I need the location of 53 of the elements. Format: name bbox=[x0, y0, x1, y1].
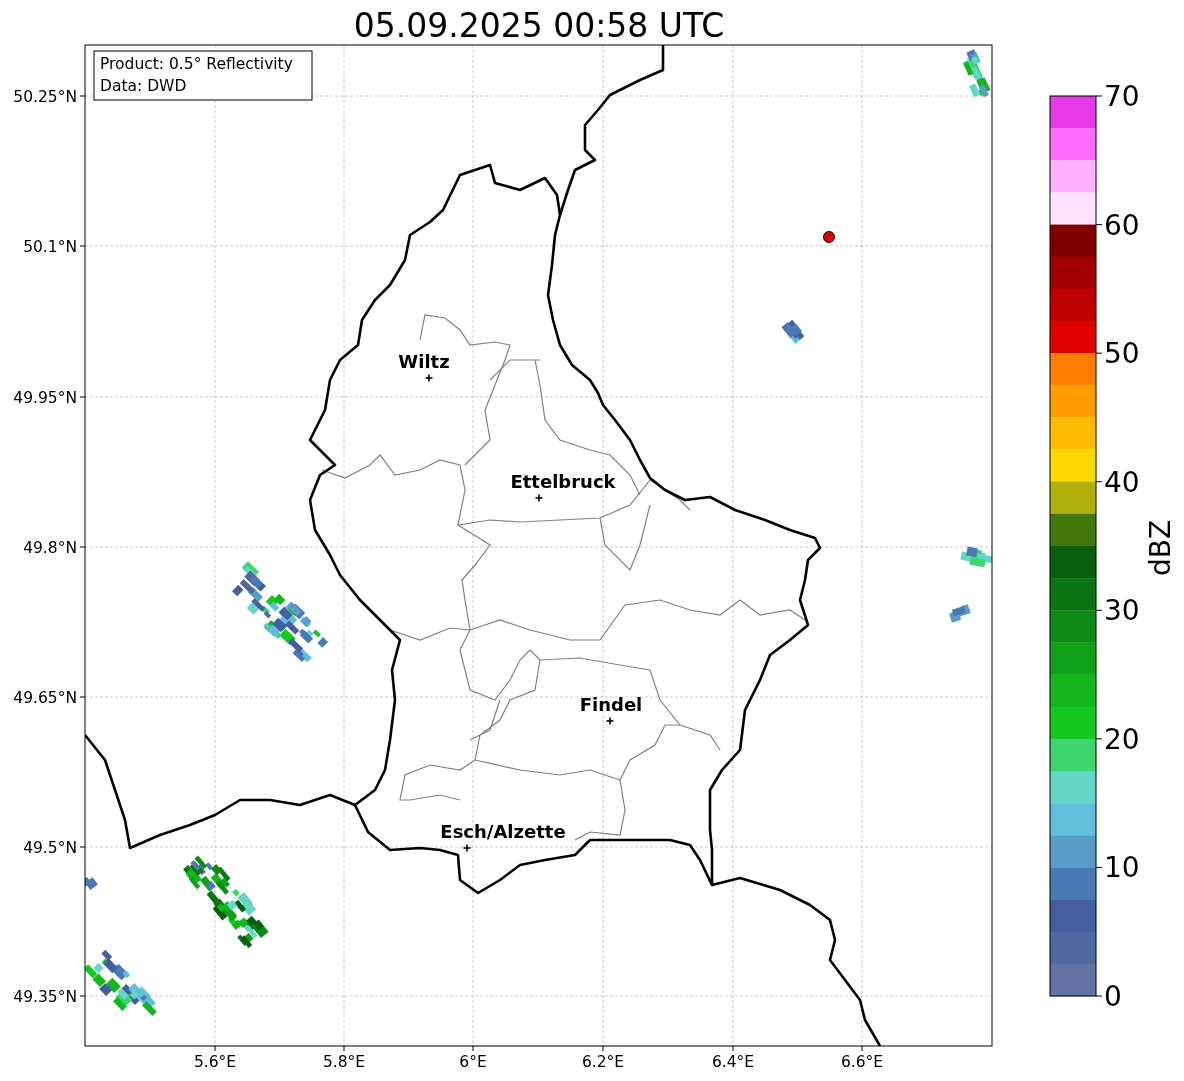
tick-mark bbox=[732, 1045, 734, 1052]
colorbar-tick-label: 10 bbox=[1104, 851, 1140, 885]
colorbar-tick-label: 50 bbox=[1104, 337, 1140, 371]
colorbar-tick-label: 0 bbox=[1104, 980, 1122, 1013]
radar-echo bbox=[85, 876, 98, 890]
tick-mark bbox=[79, 546, 86, 548]
tick-mark bbox=[472, 1045, 474, 1052]
city-marker-icon bbox=[534, 493, 544, 503]
colorbar-tick-label: 60 bbox=[1104, 208, 1140, 242]
colorbar-tick-label: 40 bbox=[1104, 465, 1140, 499]
city-label: Esch/Alzette bbox=[440, 821, 566, 842]
city-label: Findel bbox=[579, 694, 643, 715]
radar-echo bbox=[962, 49, 991, 98]
axis-tick-label: 50.25°N bbox=[13, 88, 77, 106]
tick-mark bbox=[79, 396, 86, 398]
city-label: Wiltz bbox=[398, 351, 450, 372]
colorbar-tick-label: 30 bbox=[1104, 594, 1140, 628]
tick-mark bbox=[602, 1045, 604, 1052]
axis-tick-label: 5.8°E bbox=[322, 1053, 366, 1071]
tick-mark bbox=[79, 846, 86, 848]
tick-mark bbox=[79, 995, 86, 997]
radar-echo bbox=[781, 319, 805, 345]
axis-tick-label: 49.35°N bbox=[13, 988, 77, 1006]
info-text: Data: DWD bbox=[100, 77, 187, 95]
axis-tick-label: 6.6°E bbox=[840, 1053, 884, 1071]
axis-tick-label: 50.1°N bbox=[23, 238, 77, 256]
axis-tick-label: 5.6°E bbox=[193, 1053, 237, 1071]
city-marker-icon bbox=[605, 716, 615, 726]
info-text: Product: 0.5° Reflectivity bbox=[100, 55, 293, 73]
axis-tick-label: 49.8°N bbox=[23, 539, 77, 557]
axis-tick-label: 6.2°E bbox=[581, 1053, 625, 1071]
tick-mark bbox=[861, 1045, 863, 1052]
axis-tick-label: 49.65°N bbox=[13, 689, 77, 707]
axis-tick-label: 6.4°E bbox=[711, 1053, 755, 1071]
tick-mark bbox=[79, 696, 86, 698]
chart-title: 05.09.2025 00:58 UTC bbox=[353, 6, 725, 45]
colorbar-tick-label: 20 bbox=[1104, 722, 1140, 756]
city-marker-icon bbox=[462, 843, 472, 853]
colorbar-label: dBZ bbox=[1144, 519, 1177, 577]
axis-tick-label: 49.95°N bbox=[13, 389, 77, 407]
axis-tick-label: 49.5°N bbox=[23, 839, 77, 857]
tick-mark bbox=[343, 1045, 345, 1052]
tick-mark bbox=[79, 245, 86, 247]
city-label: Ettelbruck bbox=[510, 471, 616, 492]
axis-tick-label: 6°E bbox=[459, 1053, 487, 1071]
tick-mark bbox=[214, 1045, 216, 1052]
colorbar-tick-label: 70 bbox=[1104, 80, 1140, 113]
tick-mark bbox=[79, 95, 86, 97]
radar-echo bbox=[85, 949, 157, 1016]
radar-echo bbox=[949, 604, 971, 623]
city-marker-icon bbox=[424, 373, 434, 383]
location-dot bbox=[823, 231, 835, 243]
radar-echo bbox=[960, 546, 992, 568]
